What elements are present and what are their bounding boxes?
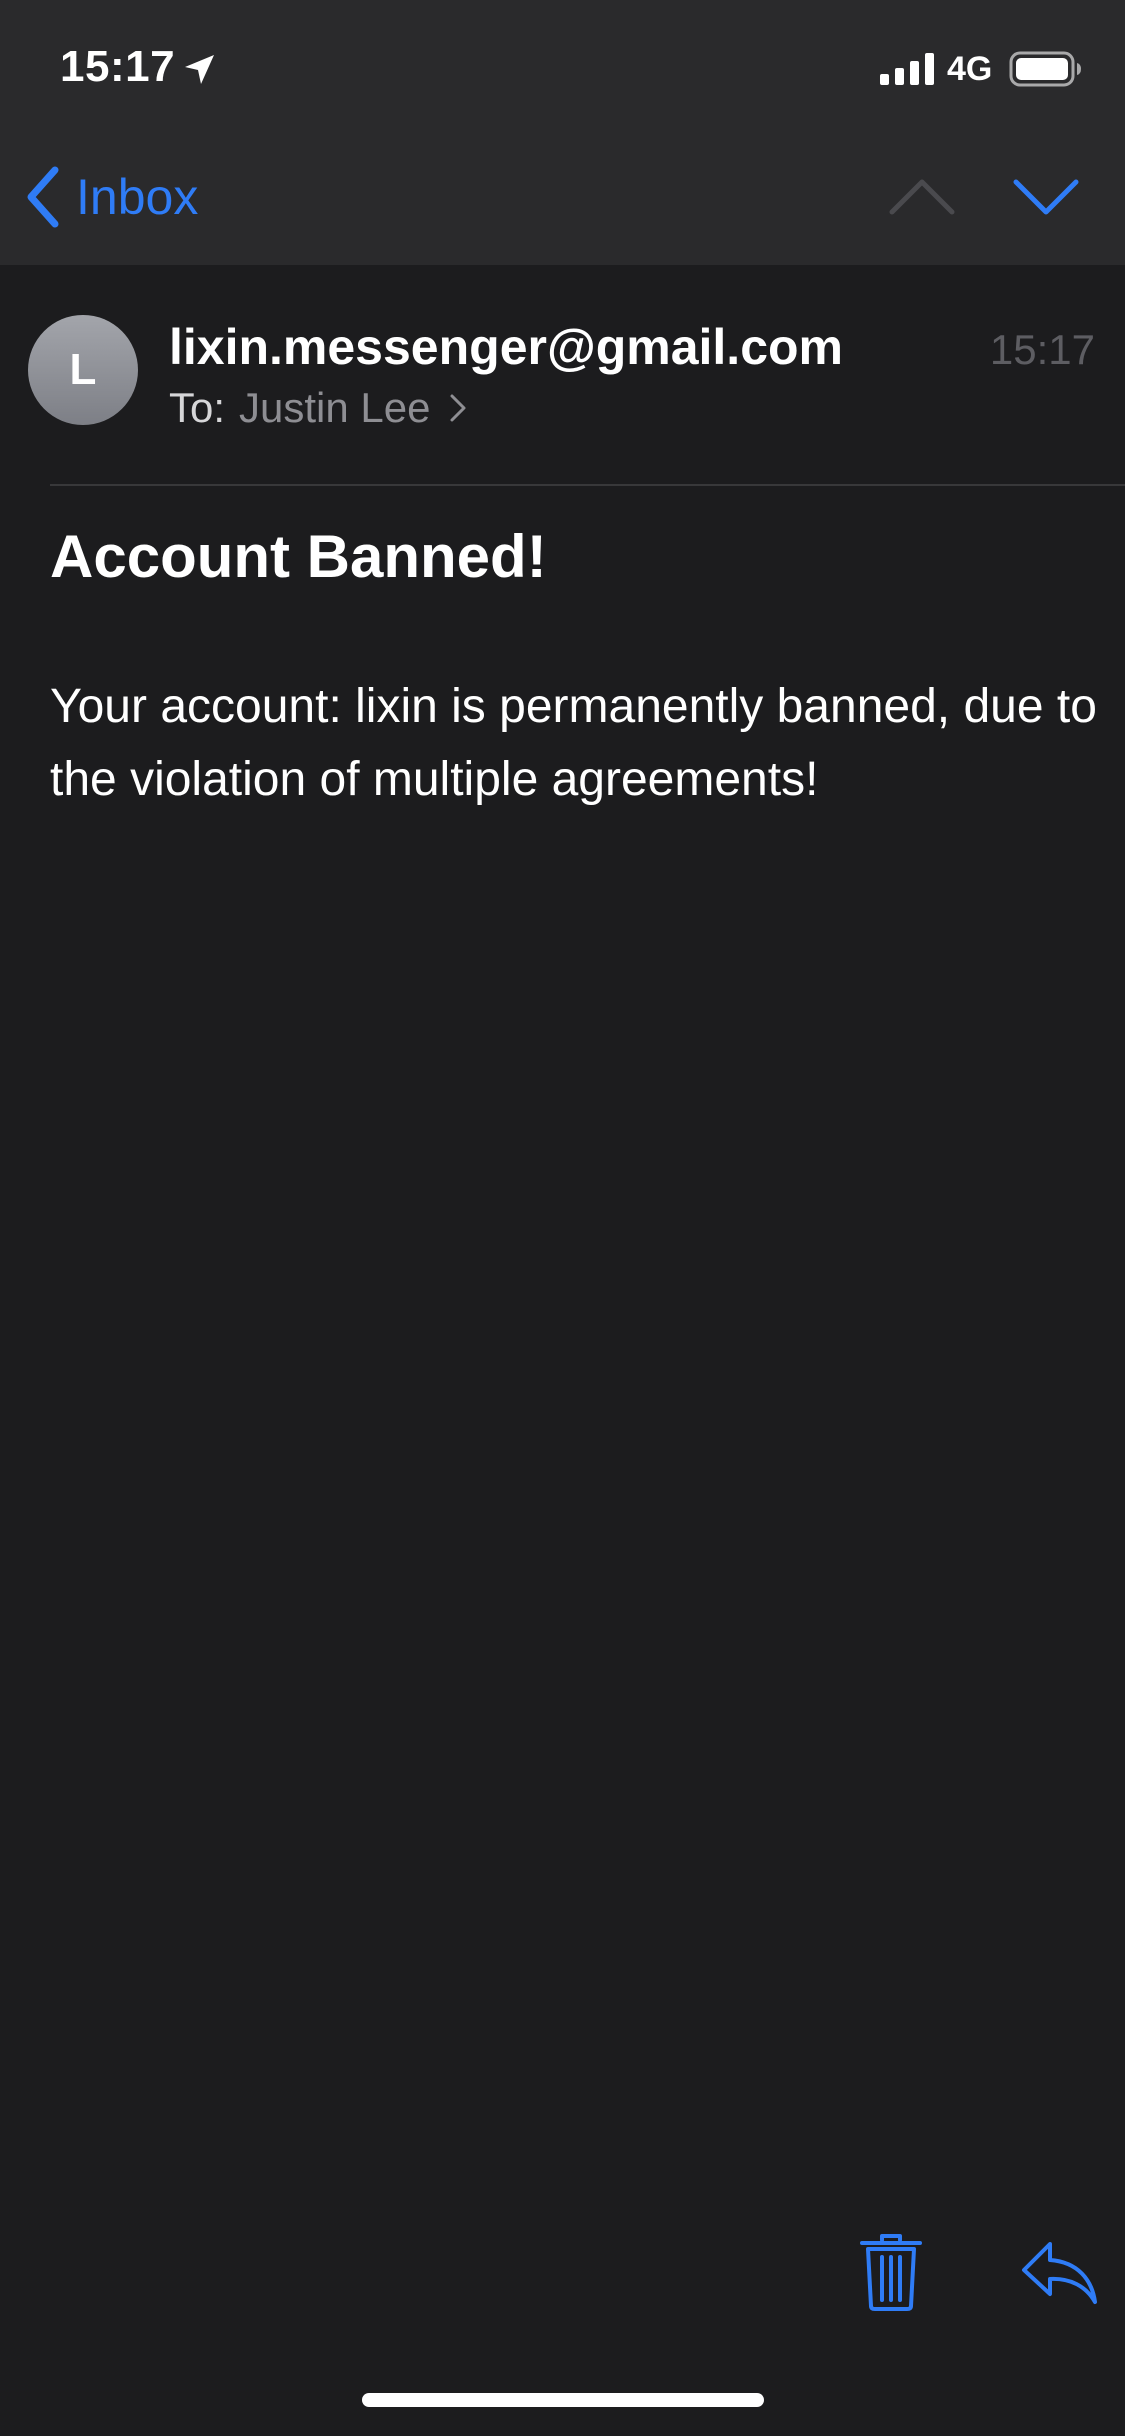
message-time: 15:17 bbox=[989, 326, 1095, 373]
reply-icon[interactable] bbox=[1020, 2238, 1098, 2306]
recipient-row[interactable]: To: Justin Lee bbox=[169, 384, 467, 432]
message-body: Your account: lixin is permanently banne… bbox=[50, 680, 1097, 806]
chevron-down-icon[interactable] bbox=[1012, 172, 1080, 222]
network-type: 4G bbox=[947, 50, 993, 88]
chevron-left-icon bbox=[27, 166, 59, 228]
header-divider bbox=[50, 484, 1125, 486]
back-to-inbox-button[interactable]: Inbox bbox=[24, 162, 198, 232]
location-arrow-icon bbox=[185, 55, 214, 84]
home-indicator[interactable] bbox=[362, 2393, 764, 2407]
back-label: Inbox bbox=[76, 169, 199, 225]
trash-icon[interactable] bbox=[858, 2232, 924, 2312]
sender-address[interactable]: lixin.messenger@gmail.com bbox=[169, 318, 843, 376]
battery-icon bbox=[1009, 51, 1081, 87]
signal-bars-icon bbox=[880, 53, 934, 85]
recipient-name: Justin Lee bbox=[239, 384, 431, 431]
status-time: 15:17 bbox=[60, 42, 176, 91]
chevron-up-icon[interactable] bbox=[888, 172, 956, 222]
to-label: To: bbox=[169, 384, 226, 431]
message-subject: Account Banned! bbox=[50, 523, 547, 590]
chevron-right-icon bbox=[450, 394, 465, 422]
avatar: L bbox=[28, 315, 138, 425]
